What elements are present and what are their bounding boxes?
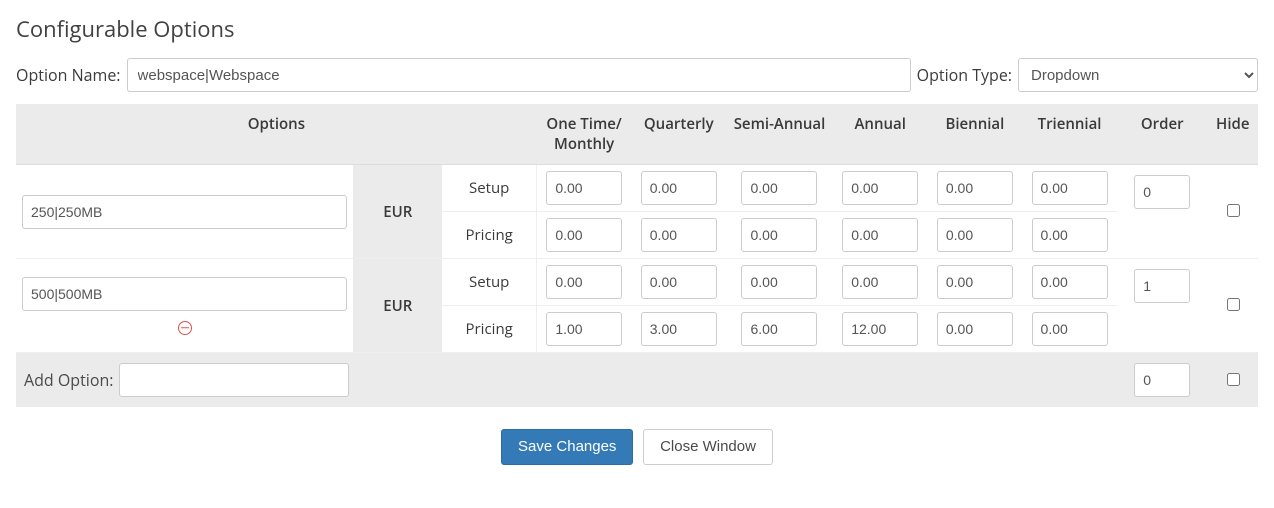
setup-annual-input[interactable]	[842, 171, 918, 205]
add-option-row: Add Option:	[16, 353, 1258, 408]
options-table: Options One Time/ Monthly Quarterly Semi…	[16, 104, 1258, 407]
currency-label: EUR	[353, 259, 442, 353]
pricing-semi-input[interactable]	[741, 312, 817, 346]
pricing-biennial-input[interactable]	[937, 218, 1013, 252]
pricing-annual-input[interactable]	[842, 218, 918, 252]
option-name-label: Option Name:	[16, 64, 121, 86]
order-input[interactable]	[1134, 269, 1190, 303]
option-type-label: Option Type:	[917, 64, 1012, 86]
setup-annual-input[interactable]	[842, 265, 918, 299]
col-order: Order	[1117, 104, 1208, 165]
option-value-input[interactable]	[22, 195, 347, 229]
setup-biennial-input[interactable]	[937, 171, 1013, 205]
setup-semi-input[interactable]	[741, 265, 817, 299]
pricing-row-label: Pricing	[442, 306, 537, 353]
remove-icon[interactable]	[178, 321, 192, 335]
col-semi: Semi-Annual	[726, 104, 833, 165]
order-input[interactable]	[1134, 175, 1190, 209]
option-row-setup: EURSetup	[16, 259, 1258, 306]
col-options: Options	[16, 104, 537, 165]
setup-biennial-input[interactable]	[937, 265, 1013, 299]
save-button[interactable]: Save Changes	[501, 429, 633, 465]
option-cell	[16, 259, 353, 353]
pricing-quarterly-input[interactable]	[641, 312, 717, 346]
page-title: Configurable Options	[16, 14, 1258, 44]
col-quarterly: Quarterly	[631, 104, 726, 165]
col-monthly: One Time/ Monthly	[537, 104, 632, 165]
add-option-input[interactable]	[119, 363, 349, 397]
setup-monthly-input[interactable]	[546, 265, 622, 299]
option-row-setup: EURSetup	[16, 165, 1258, 212]
col-hide: Hide	[1208, 104, 1258, 165]
setup-semi-input[interactable]	[741, 171, 817, 205]
setup-row-label: Setup	[442, 259, 537, 306]
hide-checkbox[interactable]	[1227, 298, 1240, 311]
option-value-input[interactable]	[22, 277, 347, 311]
currency-label: EUR	[353, 165, 442, 259]
pricing-monthly-input[interactable]	[546, 312, 622, 346]
option-header: Option Name: Option Type: Dropdown	[16, 58, 1258, 92]
pricing-row-label: Pricing	[442, 212, 537, 259]
pricing-annual-input[interactable]	[842, 312, 918, 346]
option-type-select[interactable]: Dropdown	[1018, 58, 1258, 92]
col-biennial: Biennial	[928, 104, 1023, 165]
setup-row-label: Setup	[442, 165, 537, 212]
pricing-quarterly-input[interactable]	[641, 218, 717, 252]
col-annual: Annual	[833, 104, 928, 165]
setup-quarterly-input[interactable]	[641, 171, 717, 205]
add-option-label: Add Option:	[24, 369, 113, 391]
hide-checkbox[interactable]	[1227, 204, 1240, 217]
button-bar: Save Changes Close Window	[16, 429, 1258, 465]
pricing-semi-input[interactable]	[741, 218, 817, 252]
add-option-hide-checkbox[interactable]	[1227, 373, 1240, 386]
setup-triennial-input[interactable]	[1032, 265, 1108, 299]
col-triennial: Triennial	[1022, 104, 1117, 165]
pricing-triennial-input[interactable]	[1032, 312, 1108, 346]
option-name-input[interactable]	[127, 58, 911, 92]
setup-quarterly-input[interactable]	[641, 265, 717, 299]
setup-triennial-input[interactable]	[1032, 171, 1108, 205]
table-header-row: Options One Time/ Monthly Quarterly Semi…	[16, 104, 1258, 165]
pricing-biennial-input[interactable]	[937, 312, 1013, 346]
add-option-order-input[interactable]	[1134, 363, 1190, 397]
pricing-triennial-input[interactable]	[1032, 218, 1108, 252]
pricing-monthly-input[interactable]	[546, 218, 622, 252]
close-button[interactable]: Close Window	[643, 429, 773, 465]
setup-monthly-input[interactable]	[546, 171, 622, 205]
option-cell	[16, 165, 353, 259]
